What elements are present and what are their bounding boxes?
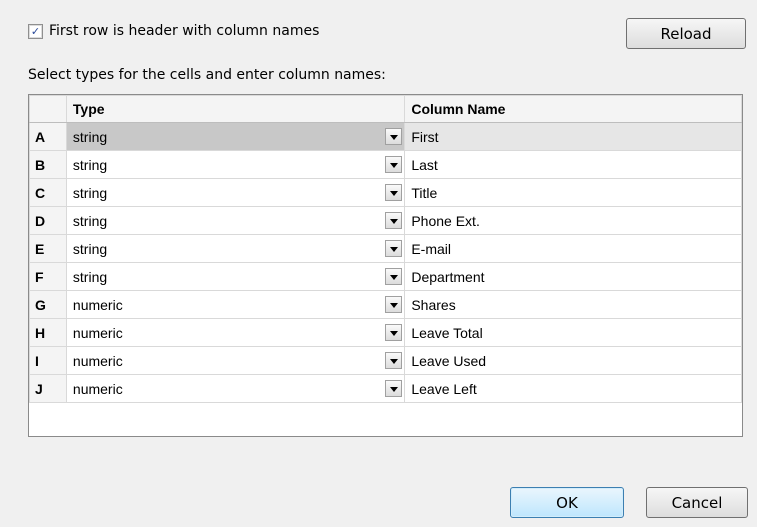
row-letter[interactable]: J bbox=[29, 374, 67, 403]
type-value: numeric bbox=[72, 324, 123, 341]
chevron-down-icon[interactable] bbox=[385, 156, 403, 173]
type-cell[interactable]: string bbox=[65, 178, 406, 207]
grid-header-row: Type Column Name bbox=[29, 95, 742, 123]
row-letter[interactable]: D bbox=[29, 206, 67, 235]
grid-body: Astring First Bstring Last Cstring Title Dstri… bbox=[29, 122, 742, 403]
column-name-cell[interactable]: Title bbox=[404, 178, 742, 207]
type-cell[interactable]: numeric bbox=[65, 290, 406, 319]
type-select[interactable]: string bbox=[72, 184, 403, 201]
table-row[interactable]: Inumeric Leave Used bbox=[29, 346, 742, 375]
column-types-grid[interactable]: Type Column Name Astring First Bstring Last… bbox=[28, 94, 743, 437]
types-table: Type Column Name Astring First Bstring Last… bbox=[29, 95, 742, 403]
chevron-down-icon[interactable] bbox=[385, 268, 403, 285]
type-select[interactable]: string bbox=[72, 156, 403, 173]
table-row[interactable]: Fstring Department bbox=[29, 262, 742, 291]
type-cell[interactable]: string bbox=[65, 262, 406, 291]
checkmark-icon: ✓ bbox=[30, 24, 41, 38]
chevron-down-icon[interactable] bbox=[385, 296, 403, 313]
chevron-down-icon[interactable] bbox=[385, 324, 403, 341]
table-row[interactable]: Cstring Title bbox=[29, 178, 742, 207]
column-name-cell[interactable]: First bbox=[404, 122, 742, 151]
type-cell[interactable]: string bbox=[65, 122, 406, 151]
column-name-cell[interactable]: Leave Used bbox=[404, 346, 742, 375]
row-letter[interactable]: F bbox=[29, 262, 67, 291]
grid-corner bbox=[29, 95, 67, 123]
row-letter[interactable]: A bbox=[29, 122, 67, 151]
table-row[interactable]: Hnumeric Leave Total bbox=[29, 318, 742, 347]
row-letter[interactable]: I bbox=[29, 346, 67, 375]
chevron-down-icon[interactable] bbox=[385, 184, 403, 201]
type-value: numeric bbox=[72, 296, 123, 313]
type-select[interactable]: string bbox=[72, 212, 403, 229]
column-name-cell[interactable]: Leave Total bbox=[404, 318, 742, 347]
table-row[interactable]: Gnumeric Shares bbox=[29, 290, 742, 319]
row-letter[interactable]: E bbox=[29, 234, 67, 263]
chevron-down-icon[interactable] bbox=[385, 380, 403, 397]
column-name-cell[interactable]: Phone Ext. bbox=[404, 206, 742, 235]
checkbox[interactable]: ✓ bbox=[28, 23, 43, 39]
header-row-checkbox[interactable]: ✓ First row is header with column names bbox=[28, 23, 319, 39]
column-name-cell[interactable]: Shares bbox=[404, 290, 742, 319]
column-name-header[interactable]: Column Name bbox=[404, 95, 742, 123]
cancel-button[interactable]: Cancel bbox=[646, 487, 748, 518]
chevron-down-icon[interactable] bbox=[385, 240, 403, 257]
type-cell[interactable]: numeric bbox=[65, 346, 406, 375]
chevron-down-icon[interactable] bbox=[385, 128, 403, 145]
row-letter[interactable]: G bbox=[29, 290, 67, 319]
type-value: string bbox=[72, 268, 108, 285]
type-value: string bbox=[72, 128, 108, 145]
type-value: string bbox=[72, 212, 108, 229]
column-name-cell[interactable]: Department bbox=[404, 262, 742, 291]
type-value: string bbox=[72, 240, 108, 257]
type-cell[interactable]: numeric bbox=[65, 374, 406, 403]
type-value: string bbox=[72, 156, 108, 173]
column-name-cell[interactable]: E-mail bbox=[404, 234, 742, 263]
table-row[interactable]: Estring E-mail bbox=[29, 234, 742, 263]
type-value: string bbox=[72, 184, 108, 201]
type-select[interactable]: numeric bbox=[72, 352, 403, 369]
type-cell[interactable]: numeric bbox=[65, 318, 406, 347]
column-name-cell[interactable]: Last bbox=[404, 150, 742, 179]
chevron-down-icon[interactable] bbox=[385, 212, 403, 229]
table-row[interactable]: Jnumeric Leave Left bbox=[29, 374, 742, 403]
checkbox-label: First row is header with column names bbox=[49, 23, 320, 39]
type-value: numeric bbox=[72, 380, 123, 397]
type-cell[interactable]: string bbox=[65, 234, 406, 263]
separator bbox=[12, 465, 747, 466]
column-name-cell[interactable]: Leave Left bbox=[404, 374, 742, 403]
row-letter[interactable]: B bbox=[29, 150, 67, 179]
table-row[interactable]: Astring First bbox=[29, 122, 742, 151]
type-cell[interactable]: string bbox=[65, 150, 406, 179]
type-select[interactable]: numeric bbox=[72, 324, 403, 341]
type-select[interactable]: string bbox=[72, 240, 403, 257]
row-letter[interactable]: C bbox=[29, 178, 67, 207]
ok-button[interactable]: OK bbox=[510, 487, 624, 518]
type-value: numeric bbox=[72, 352, 123, 369]
type-select[interactable]: string bbox=[72, 128, 403, 145]
instructions-label: Select types for the cells and enter col… bbox=[28, 67, 386, 83]
chevron-down-icon[interactable] bbox=[385, 352, 403, 369]
type-column-header[interactable]: Type bbox=[65, 95, 406, 123]
type-select[interactable]: numeric bbox=[72, 380, 403, 397]
reload-button[interactable]: Reload bbox=[626, 18, 746, 49]
type-select[interactable]: numeric bbox=[72, 296, 403, 313]
table-row[interactable]: Dstring Phone Ext. bbox=[29, 206, 742, 235]
type-select[interactable]: string bbox=[72, 268, 403, 285]
row-letter[interactable]: H bbox=[29, 318, 67, 347]
table-row[interactable]: Bstring Last bbox=[29, 150, 742, 179]
type-cell[interactable]: string bbox=[65, 206, 406, 235]
